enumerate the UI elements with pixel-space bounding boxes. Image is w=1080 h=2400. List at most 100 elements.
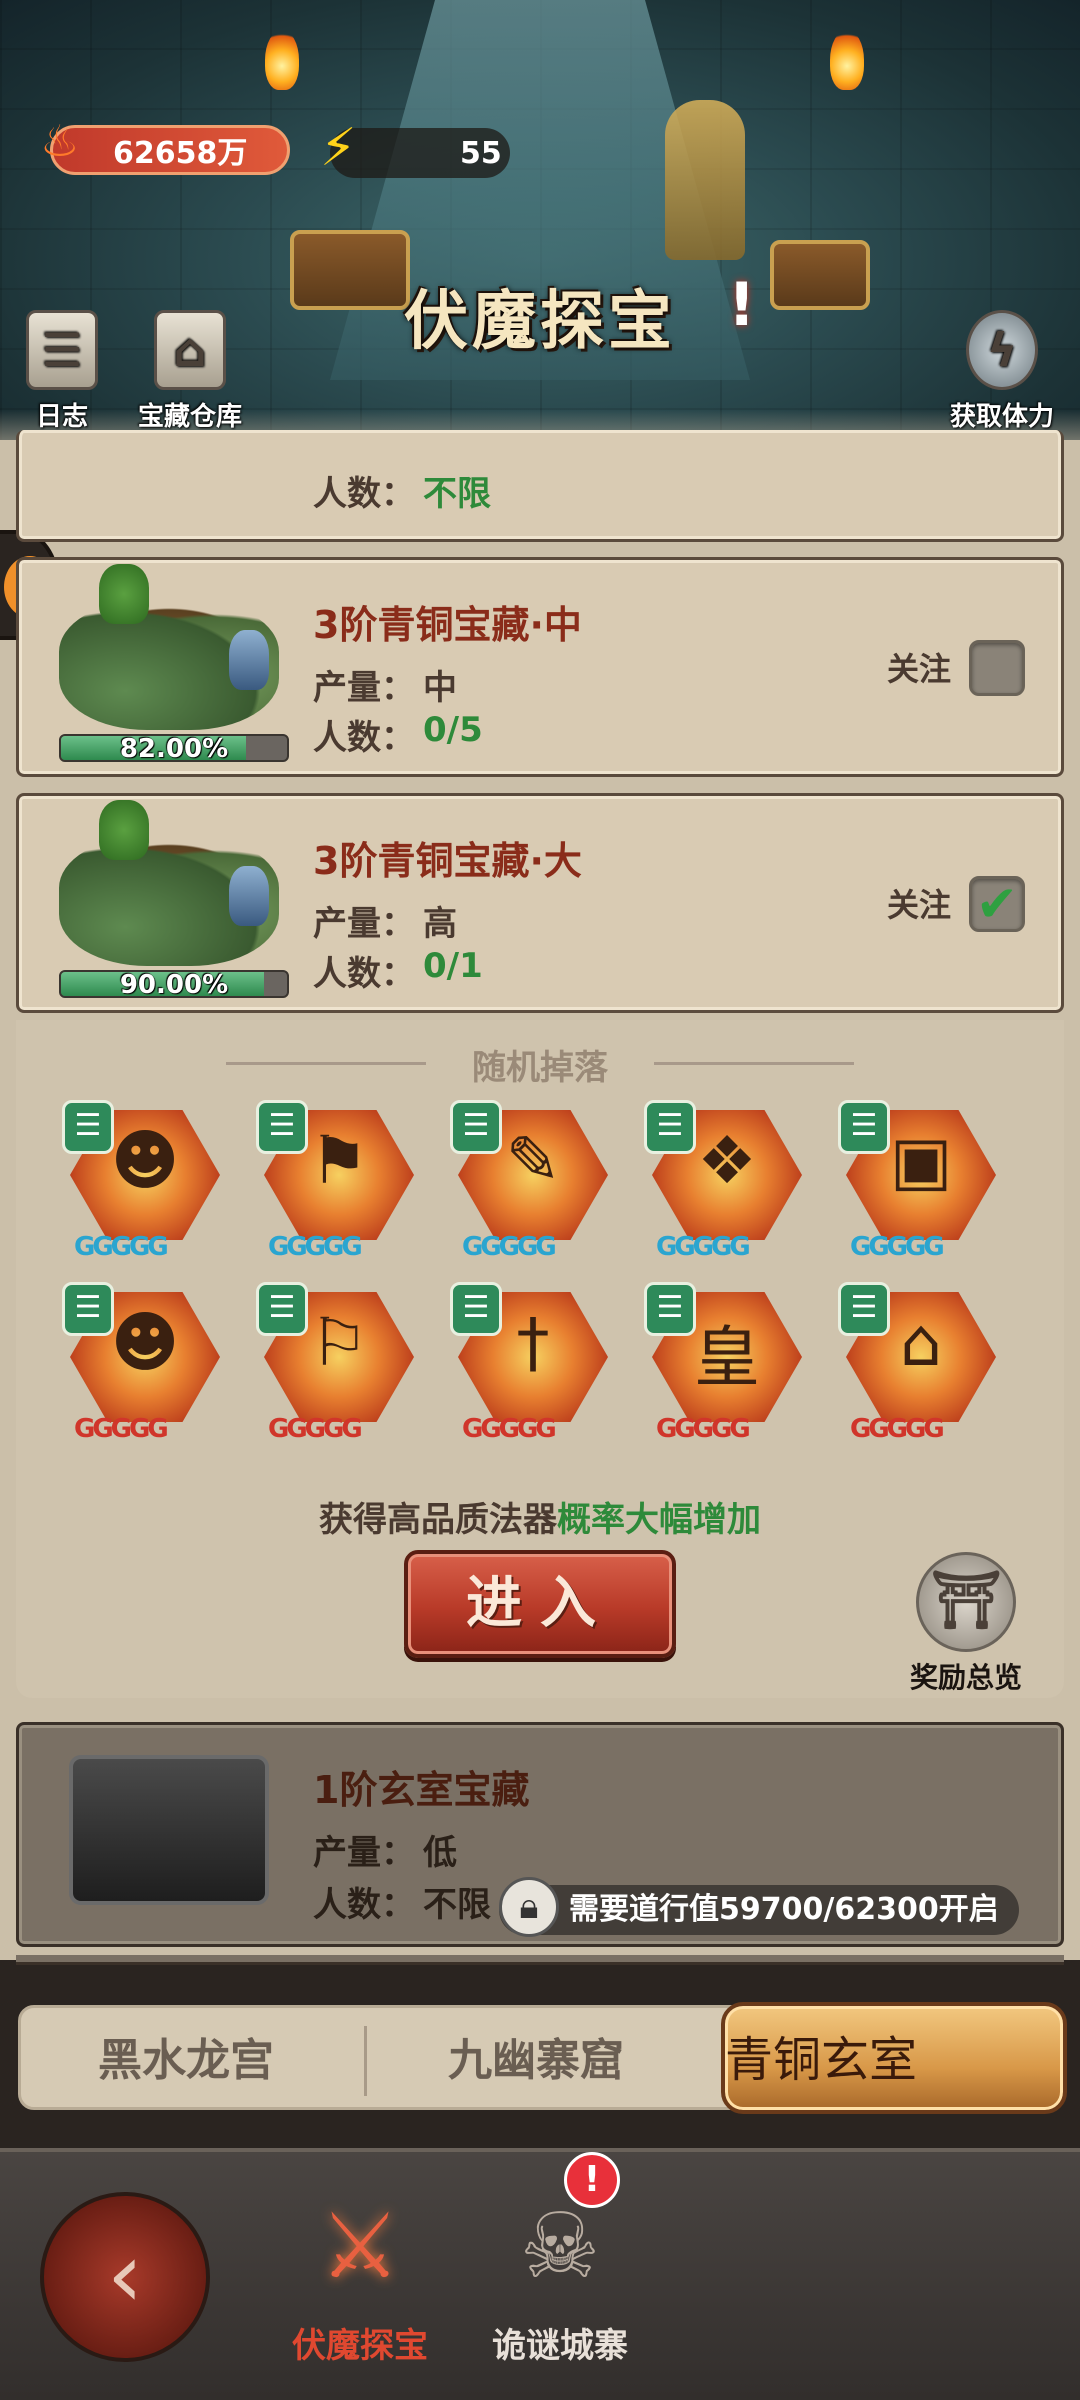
bottom-nav: ‹ ⚔ 伏魔探宝 ☠ 诡谜城寨 [0, 2148, 1080, 2400]
tab-nine-nether-cave[interactable]: 九幽寨窟 [361, 2008, 711, 2113]
drop-title: 随机掉落 [16, 1040, 1064, 1089]
item-stars: GGGGG [656, 1414, 751, 1444]
torch-right [830, 30, 864, 90]
log-button[interactable]: ☰ 日志 [26, 310, 98, 433]
drop-item[interactable]: ☻ ☰ GGGGG [60, 1100, 220, 1280]
people-value: 0/1 [423, 946, 483, 986]
stamina-icon: ϟ [966, 310, 1038, 390]
back-button[interactable]: ‹ [40, 2192, 210, 2362]
item-stars: GGGGG [268, 1414, 363, 1444]
card-title: 1阶玄室宝藏 [313, 1768, 530, 1812]
drop-item[interactable]: † ☰ GGGGG [448, 1282, 608, 1462]
warehouse-button[interactable]: ⌂ 宝藏仓库 [138, 310, 242, 433]
lightning-icon: ⚡ [320, 118, 357, 178]
drop-item[interactable]: ☻ ☰ GGGGG [60, 1282, 220, 1462]
people-value: 0/5 [423, 710, 483, 750]
bonus-prefix: 获得高品质法器 [319, 1500, 557, 1540]
drop-item[interactable]: 皇 ☰ GGGGG [642, 1282, 802, 1462]
item-stars: GGGGG [656, 1232, 751, 1262]
output-value: 中 [423, 668, 457, 708]
unlock-requirement: 需要道行值59700/62300开启 [499, 1885, 1019, 1935]
treasure-pile-image [39, 800, 299, 986]
torch-left [265, 30, 299, 90]
treasure-card-locked[interactable]: 1阶玄室宝藏 产量： 低 人数： 不限 需要道行值59700/62300开启 🔒… [16, 1722, 1064, 1947]
item-type-icon: ☰ [62, 1100, 114, 1154]
dragon-statue [99, 564, 149, 624]
notification-badge: ! [564, 2152, 620, 2208]
progress-bar: 90.00% [59, 970, 289, 998]
item-type-icon: ☰ [62, 1282, 114, 1336]
item-stars: GGGGG [462, 1414, 557, 1444]
output-label: 产量： [313, 904, 415, 944]
reward-overview-label: 奖励总览 [909, 1661, 1022, 1694]
treasure-card-bronze-medium[interactable]: 82.00% 3阶青铜宝藏·中 产量： 中 人数： 0/5 关注 [16, 557, 1064, 777]
golden-statue [665, 100, 745, 260]
nav-mystery-fortress-label: 诡谜城寨 [492, 2326, 628, 2366]
drop-item[interactable]: ▣ ☰ GGGGG [836, 1100, 996, 1280]
card-title: 3阶青铜宝藏·大 [313, 839, 582, 883]
flame-coin-icon: ♨ [40, 116, 80, 167]
item-stars: GGGGG [268, 1232, 363, 1262]
locked-chest-image [69, 1755, 269, 1905]
treasure-pile-image [39, 564, 299, 750]
item-type-icon: ☰ [838, 1282, 890, 1336]
item-stars: GGGGG [74, 1414, 169, 1444]
dragon-statue [99, 800, 149, 860]
item-stars: GGGGG [74, 1232, 169, 1262]
nav-mystery-fortress[interactable]: ☠ 诡谜城寨 [460, 2182, 660, 2367]
progress-text: 82.00% [119, 734, 229, 762]
people-value: 不限 [423, 474, 491, 514]
energy-counter[interactable]: 55 [330, 128, 510, 178]
follow-checkbox[interactable] [969, 640, 1025, 696]
output-value: 高 [423, 904, 457, 944]
vase [229, 630, 269, 690]
item-stars: GGGGG [850, 1232, 945, 1262]
follow-label: 关注 [886, 650, 951, 688]
demon-hunt-icon: ⚔ [319, 2194, 401, 2299]
progress-text: 90.00% [119, 970, 229, 998]
card-title: 3阶青铜宝藏·中 [313, 603, 582, 647]
people-label: 人数： [313, 954, 415, 994]
get-stamina-button[interactable]: ϟ 获取体力 [950, 310, 1054, 433]
item-type-icon: ☰ [256, 1100, 308, 1154]
bonus-highlight: 概率大幅增加 [557, 1500, 761, 1540]
nav-demon-hunt[interactable]: ⚔ 伏魔探宝 [260, 2182, 460, 2367]
drop-item[interactable]: ❖ ☰ GGGGG [642, 1100, 802, 1280]
drop-item[interactable]: ⚑ ☰ GGGGG [254, 1100, 414, 1280]
treasure-card-partial[interactable]: 人数： 不限 [16, 430, 1064, 542]
region-tabbar: 黑水龙宫 九幽寨窟 青铜玄室 [18, 2002, 1067, 2114]
vase [229, 866, 269, 926]
follow-label: 关注 [886, 886, 951, 924]
people-value: 不限 [423, 1885, 491, 1925]
drop-item[interactable]: ⌂ ☰ GGGGG [836, 1282, 996, 1462]
people-label: 人数： [313, 718, 415, 758]
follow-checkbox[interactable]: ✔ [969, 876, 1025, 932]
output-label: 产量： [313, 1833, 415, 1873]
reward-gate-icon: ⛩ [916, 1552, 1016, 1652]
checkmark-icon: ✔ [976, 875, 1018, 933]
item-stars: GGGGG [462, 1232, 557, 1262]
coin-counter[interactable]: 62658万 [50, 125, 290, 175]
log-label: 日志 [35, 402, 88, 432]
random-drop-panel: 随机掉落 ☻ ☰ GGGGG ⚑ ☰ GGGGG ✎ ☰ GGGGG ❖ ☰ GGGGG ▣ ☰ GGGGG… [16, 1020, 1064, 1698]
tab-bronze-chamber[interactable]: 青铜玄室 [721, 2002, 1067, 2114]
people-label: 人数： [313, 474, 415, 514]
tab-black-water-palace[interactable]: 黑水龙宫 [21, 2008, 351, 2113]
enter-button[interactable]: 进入 [404, 1550, 676, 1658]
output-label: 产量： [313, 668, 415, 708]
people-label: 人数： [313, 1885, 415, 1925]
drop-item[interactable]: ⚐ ☰ GGGGG [254, 1282, 414, 1462]
scroll-log-icon: ☰ [26, 310, 98, 390]
warehouse-icon: ⌂ [154, 310, 226, 390]
nav-demon-hunt-label: 伏魔探宝 [292, 2326, 428, 2366]
warehouse-label: 宝藏仓库 [138, 402, 243, 432]
drop-item[interactable]: ✎ ☰ GGGGG [448, 1100, 608, 1280]
treasure-card-bronze-large[interactable]: 90.00% 3阶青铜宝藏·大 产量： 高 人数： 0/1 关注 ✔ [16, 793, 1064, 1013]
item-type-icon: ☰ [644, 1282, 696, 1336]
item-type-icon: ☰ [644, 1100, 696, 1154]
item-type-icon: ☰ [450, 1100, 502, 1154]
next-card-edge [16, 1955, 1064, 1965]
reward-overview-button[interactable]: ⛩ 奖励总览 [896, 1552, 1036, 1696]
coin-amount: 62658万 [113, 136, 248, 171]
title-alert-icon[interactable]: ! [728, 270, 755, 340]
